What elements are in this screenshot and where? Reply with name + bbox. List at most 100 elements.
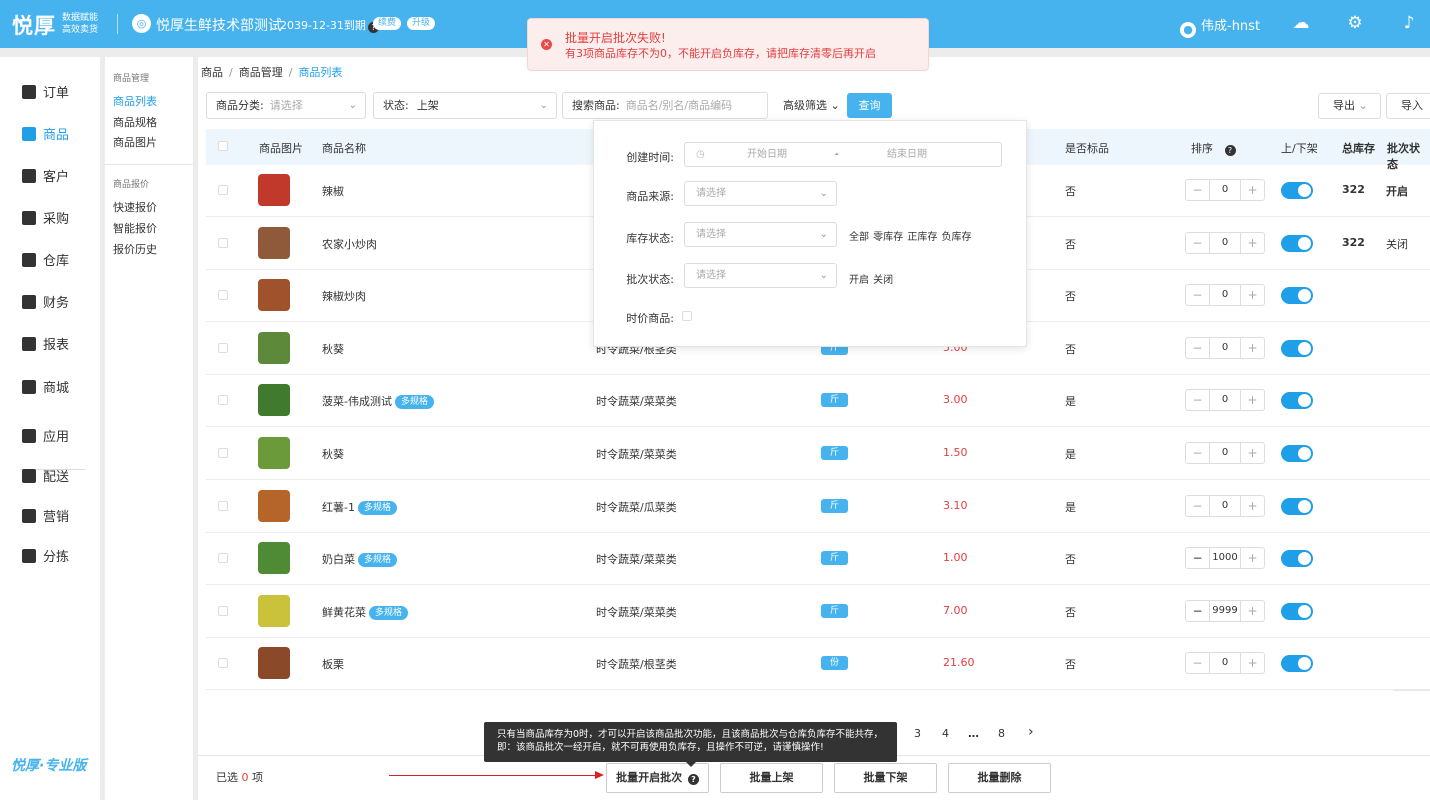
sort-stepper[interactable]: −0 + bbox=[1185, 494, 1265, 517]
decrement-button[interactable]: − bbox=[1186, 653, 1210, 674]
product-thumbnail[interactable] bbox=[258, 279, 290, 312]
bell-icon[interactable]: ♪ bbox=[1398, 12, 1420, 34]
help-icon[interactable]: ? bbox=[1224, 145, 1236, 156]
stock-status-options[interactable]: 全部 零库存 正库存 负库存 bbox=[849, 228, 972, 243]
subnav-item-specs[interactable]: 商品规格 bbox=[113, 114, 157, 130]
sort-stepper[interactable]: −1000 + bbox=[1185, 547, 1265, 570]
sort-value[interactable]: 1000 bbox=[1210, 548, 1240, 568]
sort-value[interactable]: 0 bbox=[1210, 653, 1240, 673]
batch-status-select[interactable]: 请选择 ⌄ bbox=[684, 263, 837, 288]
export-button[interactable]: 导出 ⌄ bbox=[1318, 93, 1381, 119]
shelf-toggle[interactable] bbox=[1281, 602, 1313, 620]
page-3[interactable]: 3 bbox=[914, 727, 921, 740]
increment-button[interactable]: + bbox=[1240, 285, 1264, 306]
select-all-checkbox[interactable] bbox=[218, 141, 228, 151]
shelf-toggle[interactable] bbox=[1281, 445, 1313, 462]
decrement-button[interactable]: − bbox=[1186, 337, 1210, 358]
sort-stepper[interactable]: −0 + bbox=[1185, 336, 1265, 359]
help-icon[interactable]: ☁ bbox=[1290, 12, 1312, 34]
bulk-unlist-button[interactable]: 批量下架 bbox=[834, 763, 937, 793]
page-ellipsis[interactable]: … bbox=[968, 727, 979, 740]
sidebar-item-marketing[interactable]: 营销 bbox=[22, 506, 69, 525]
product-thumbnail[interactable] bbox=[258, 437, 290, 469]
decrement-button[interactable]: − bbox=[1186, 548, 1210, 569]
increment-button[interactable]: + bbox=[1240, 337, 1264, 358]
sidebar-item-orders[interactable]: 订单 bbox=[22, 82, 69, 101]
subnav-item-smart-quote[interactable]: 智能报价 bbox=[113, 220, 157, 236]
sort-value[interactable]: 9999 bbox=[1210, 601, 1240, 621]
sort-value[interactable]: 0 bbox=[1210, 443, 1240, 463]
breadcrumb-item[interactable]: 商品 bbox=[201, 66, 223, 79]
gear-icon[interactable]: ⚙ bbox=[1344, 12, 1366, 34]
decrement-button[interactable]: − bbox=[1186, 390, 1210, 411]
shelf-toggle[interactable] bbox=[1281, 550, 1313, 568]
sort-value[interactable]: 0 bbox=[1210, 338, 1240, 358]
page-8[interactable]: 8 bbox=[998, 727, 1005, 740]
batch-enable-button[interactable]: 批量开启批次 ? bbox=[606, 763, 709, 793]
row-checkbox[interactable] bbox=[218, 237, 228, 248]
advanced-filter-toggle[interactable]: 高级筛选 ⌄ bbox=[783, 97, 840, 113]
sort-stepper[interactable]: −9999 + bbox=[1185, 599, 1265, 622]
increment-button[interactable]: + bbox=[1240, 495, 1264, 516]
row-checkbox[interactable] bbox=[218, 290, 228, 301]
increment-button[interactable]: + bbox=[1240, 600, 1264, 621]
row-checkbox[interactable] bbox=[218, 342, 228, 353]
seasonal-checkbox[interactable] bbox=[682, 311, 692, 321]
decrement-button[interactable]: − bbox=[1186, 232, 1210, 253]
product-name[interactable]: 辣椒炒肉 bbox=[322, 288, 366, 304]
row-checkbox[interactable] bbox=[218, 395, 228, 406]
subnav-item-quote-history[interactable]: 报价历史 bbox=[113, 241, 157, 257]
sidebar-item-purchase[interactable]: 采购 bbox=[22, 208, 69, 227]
renew-button[interactable]: 续费 bbox=[373, 17, 402, 30]
shelf-toggle[interactable] bbox=[1281, 287, 1313, 305]
increment-button[interactable]: + bbox=[1240, 390, 1264, 411]
product-thumbnail[interactable] bbox=[258, 489, 290, 522]
product-name[interactable]: 板栗 bbox=[322, 656, 344, 672]
page-4[interactable]: 4 bbox=[942, 727, 949, 740]
decrement-button[interactable]: − bbox=[1186, 600, 1210, 621]
stock-status-select[interactable]: 请选择 ⌄ bbox=[684, 222, 837, 247]
sidebar-item-delivery[interactable]: 配送 bbox=[22, 466, 69, 485]
import-button[interactable]: 导入 ⌄ bbox=[1386, 93, 1430, 136]
sort-value[interactable]: 0 bbox=[1210, 390, 1240, 410]
product-name[interactable]: 鲜黄花菜 多规格 bbox=[322, 604, 409, 620]
product-name[interactable]: 农家小炒肉 bbox=[322, 236, 377, 252]
increment-button[interactable]: + bbox=[1240, 232, 1264, 253]
query-button[interactable]: 查询 bbox=[847, 93, 892, 118]
upgrade-button[interactable]: 升级 bbox=[407, 17, 436, 30]
help-icon[interactable]: ? bbox=[687, 774, 699, 785]
sort-stepper[interactable]: −0 + bbox=[1185, 389, 1265, 412]
row-checkbox[interactable] bbox=[218, 553, 228, 564]
product-name[interactable]: 红薯-1 多规格 bbox=[322, 499, 397, 515]
shelf-toggle[interactable] bbox=[1281, 339, 1313, 357]
date-range-picker[interactable]: ◷ 开始日期 - 结束日期 bbox=[684, 142, 1002, 167]
sort-stepper[interactable]: −0 + bbox=[1185, 442, 1265, 464]
product-thumbnail[interactable] bbox=[258, 226, 290, 259]
sort-stepper[interactable]: −0 + bbox=[1185, 284, 1265, 307]
sidebar-item-customers[interactable]: 客户 bbox=[22, 166, 69, 185]
sidebar-item-sorting[interactable]: 分拣 bbox=[22, 546, 69, 565]
shelf-toggle[interactable] bbox=[1281, 497, 1313, 515]
sidebar-item-finance[interactable]: 财务 bbox=[22, 292, 69, 311]
status-select[interactable]: 状态: 上架 ⌄ bbox=[373, 92, 557, 119]
increment-button[interactable]: + bbox=[1240, 443, 1264, 463]
sort-value[interactable]: 0 bbox=[1210, 285, 1240, 305]
shelf-toggle[interactable] bbox=[1281, 234, 1313, 252]
shelf-toggle[interactable] bbox=[1281, 392, 1313, 410]
product-name[interactable]: 辣椒 bbox=[322, 183, 344, 199]
decrement-button[interactable]: − bbox=[1186, 180, 1210, 200]
increment-button[interactable]: + bbox=[1240, 180, 1264, 200]
search-input[interactable]: 搜索商品: 商品名/别名/商品编码 bbox=[562, 92, 768, 119]
decrement-button[interactable]: − bbox=[1186, 285, 1210, 306]
category-select[interactable]: 商品分类: 请选择 ⌄ bbox=[206, 92, 366, 119]
bulk-list-button[interactable]: 批量上架 bbox=[720, 763, 823, 793]
sidebar-item-products[interactable]: 商品 bbox=[22, 124, 69, 143]
decrement-button[interactable]: − bbox=[1186, 443, 1210, 463]
product-thumbnail[interactable] bbox=[258, 647, 290, 680]
row-checkbox[interactable] bbox=[218, 658, 228, 669]
sidebar-item-reports[interactable]: 报表 bbox=[22, 334, 69, 353]
increment-button[interactable]: + bbox=[1240, 548, 1264, 569]
sort-stepper[interactable]: −0 + bbox=[1185, 652, 1265, 675]
shelf-toggle[interactable] bbox=[1281, 655, 1313, 673]
next-page-icon[interactable]: › bbox=[1028, 724, 1034, 740]
